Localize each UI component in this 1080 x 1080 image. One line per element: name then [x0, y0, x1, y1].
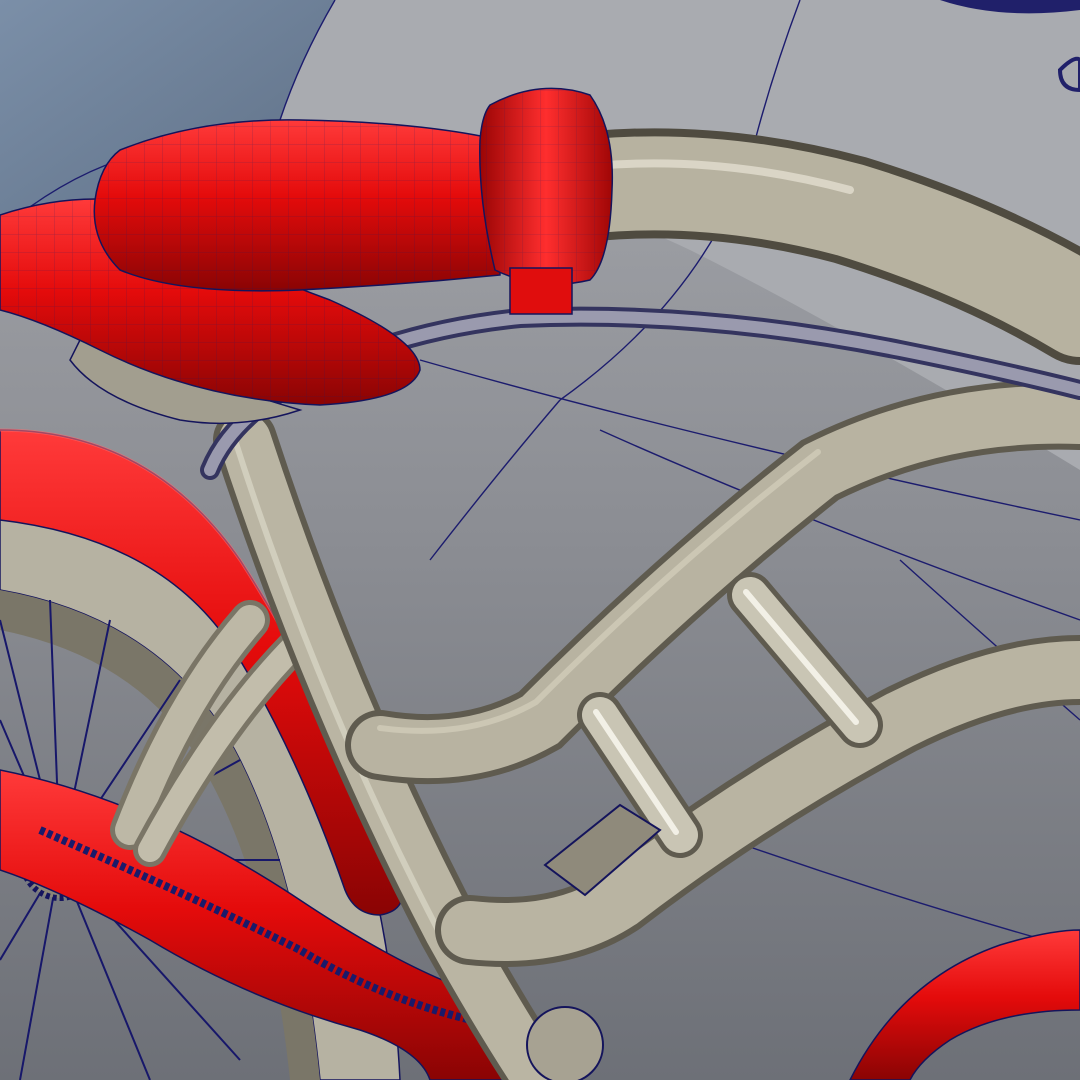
handlebar-grip [93, 119, 501, 292]
bicycle-3d-render [0, 0, 1080, 1080]
bottom-bracket [526, 1006, 604, 1080]
bell-lever [509, 267, 573, 315]
render-viewport [0, 0, 1080, 1080]
